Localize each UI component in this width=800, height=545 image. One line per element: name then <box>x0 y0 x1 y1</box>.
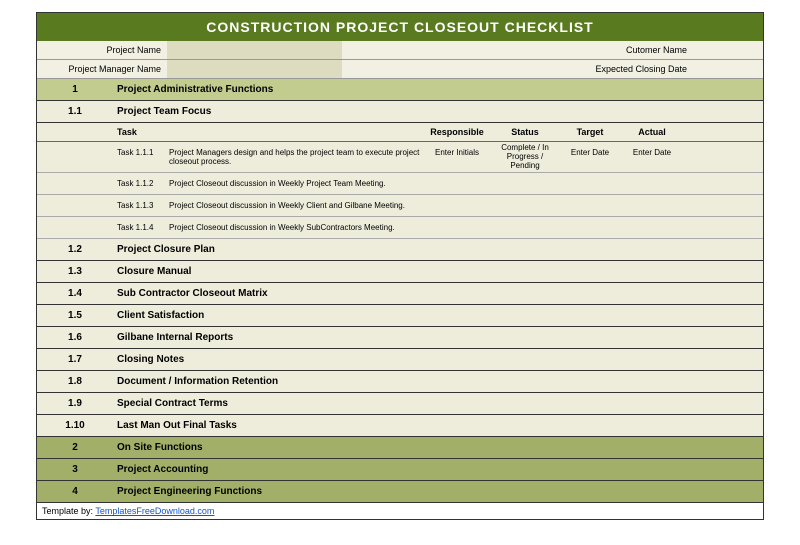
subsection-header: 1.3Closure Manual <box>37 261 763 283</box>
subsection-header: 1.6Gilbane Internal Reports <box>37 327 763 349</box>
task-row: Task 1.1.1 Project Managers design and h… <box>37 142 763 173</box>
col-actual: Actual <box>621 123 683 141</box>
section-number: 1 <box>37 79 113 100</box>
info-row-1: Project Name Cutomer Name <box>37 41 763 60</box>
subsection-header: 1.2Project Closure Plan <box>37 239 763 261</box>
task-desc: Project Managers design and helps the pr… <box>169 142 423 172</box>
task-row: Task 1.1.3 Project Closeout discussion i… <box>37 195 763 217</box>
subsection-header: 1.9Special Contract Terms <box>37 393 763 415</box>
task-target[interactable]: Enter Date <box>559 142 621 172</box>
section-1-header: 1 Project Administrative Functions <box>37 79 763 101</box>
task-desc: Project Closeout discussion in Weekly Pr… <box>169 173 423 194</box>
subsection-title: Project Team Focus <box>113 101 763 122</box>
subsection-header: 1.7Closing Notes <box>37 349 763 371</box>
subsection-number: 1.1 <box>37 101 113 122</box>
task-row: Task 1.1.2 Project Closeout discussion i… <box>37 173 763 195</box>
task-status[interactable]: Complete / In Progress / Pending <box>491 142 559 172</box>
task-desc: Project Closeout discussion in Weekly Su… <box>169 217 423 238</box>
info-row-2: Project Manager Name Expected Closing Da… <box>37 60 763 79</box>
section-title: Project Administrative Functions <box>113 79 763 100</box>
subsection-header: 1.5Client Satisfaction <box>37 305 763 327</box>
project-manager-value[interactable] <box>167 60 342 78</box>
project-name-value[interactable] <box>167 41 342 59</box>
subsection-header: 1.4Sub Contractor Closeout Matrix <box>37 283 763 305</box>
footer-link[interactable]: TemplatesFreeDownload.com <box>95 506 214 516</box>
task-row: Task 1.1.4 Project Closeout discussion i… <box>37 217 763 239</box>
col-status: Status <box>491 123 559 141</box>
section-header: 2On Site Functions <box>37 437 763 459</box>
footer: Template by: TemplatesFreeDownload.com <box>37 503 763 519</box>
col-responsible: Responsible <box>423 123 491 141</box>
col-task: Task <box>113 123 423 141</box>
column-headers: Task Responsible Status Target Actual <box>37 123 763 142</box>
document-title: CONSTRUCTION PROJECT CLOSEOUT CHECKLIST <box>37 13 763 41</box>
task-actual[interactable]: Enter Date <box>621 142 683 172</box>
task-id: Task 1.1.4 <box>113 217 169 238</box>
section-header: 4Project Engineering Functions <box>37 481 763 503</box>
col-target: Target <box>559 123 621 141</box>
checklist-sheet: CONSTRUCTION PROJECT CLOSEOUT CHECKLIST … <box>36 12 764 520</box>
subsection-header: 1.10Last Man Out Final Tasks <box>37 415 763 437</box>
task-id: Task 1.1.3 <box>113 195 169 216</box>
section-header: 3Project Accounting <box>37 459 763 481</box>
task-id: Task 1.1.2 <box>113 173 169 194</box>
closing-date-value[interactable] <box>693 60 763 78</box>
subsection-header: 1.8Document / Information Retention <box>37 371 763 393</box>
customer-name-value[interactable] <box>693 41 763 59</box>
task-desc: Project Closeout discussion in Weekly Cl… <box>169 195 423 216</box>
project-name-label: Project Name <box>37 41 167 59</box>
project-manager-label: Project Manager Name <box>37 60 167 78</box>
customer-name-label: Cutomer Name <box>553 41 693 59</box>
footer-prefix: Template by: <box>42 506 95 516</box>
subsection-1-1-header: 1.1 Project Team Focus <box>37 101 763 123</box>
closing-date-label: Expected Closing Date <box>553 60 693 78</box>
task-id: Task 1.1.1 <box>113 142 169 172</box>
task-responsible[interactable]: Enter Initials <box>423 142 491 172</box>
